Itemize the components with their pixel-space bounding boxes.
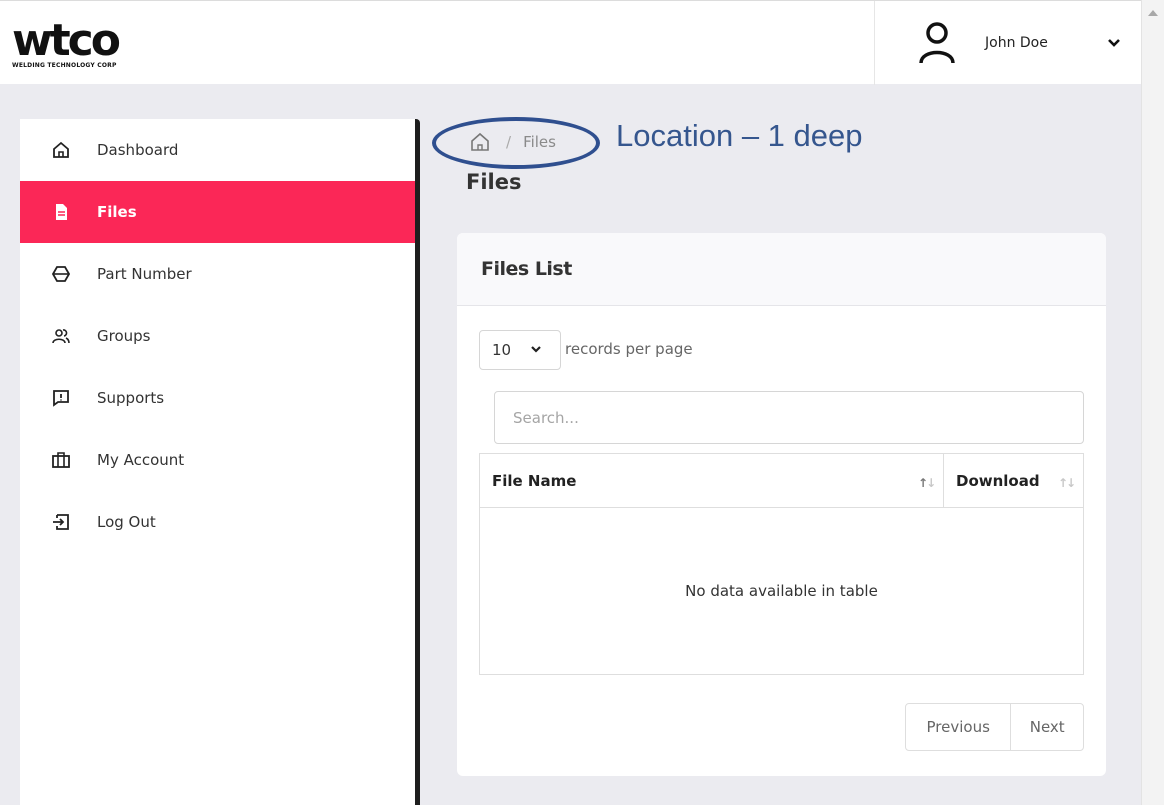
sort-icon: ↑↓ [918, 476, 936, 490]
home-icon [53, 141, 69, 158]
user-name: John Doe [985, 35, 1048, 51]
chevron-down-icon[interactable] [1107, 37, 1121, 49]
logo-subtitle: WELDING TECHNOLOGY CORP [12, 62, 117, 69]
user-menu[interactable]: John Doe [874, 1, 1141, 85]
sidebar: Dashboard Files Part Number Groups Suppo… [20, 119, 420, 805]
users-icon [52, 329, 70, 344]
files-table: File Name ↑↓ Download ↑↓ No data availab… [479, 453, 1084, 675]
page-length-value: 10 [492, 341, 512, 359]
previous-page-button[interactable]: Previous [906, 704, 1012, 750]
page-title: Files [466, 170, 522, 194]
records-per-page-label: records per page [565, 340, 693, 358]
logo-wordmark: wtco [12, 15, 212, 66]
sidebar-item-part-number[interactable]: Part Number [20, 243, 415, 305]
table-header-row: File Name ↑↓ Download ↑↓ [480, 454, 1083, 508]
column-header-download[interactable]: Download ↑↓ [944, 454, 1083, 508]
files-card: Files List 10 records per page File Name… [457, 233, 1106, 776]
briefcase-icon [52, 452, 70, 468]
file-icon [56, 204, 67, 220]
top-header: wtco WELDING TECHNOLOGY CORP John Doe [0, 0, 1141, 85]
pagination: Previous Next [905, 703, 1084, 751]
annotation-text: Location – 1 deep [616, 118, 863, 153]
sidebar-item-groups[interactable]: Groups [20, 305, 415, 367]
page-length-select[interactable]: 10 [479, 330, 561, 370]
sort-icon: ↑↓ [1058, 476, 1076, 490]
column-header-file-name[interactable]: File Name ↑↓ [480, 454, 944, 508]
search-input[interactable] [494, 391, 1084, 444]
column-label: Download [956, 472, 1040, 490]
sidebar-item-label: Dashboard [97, 141, 179, 159]
sidebar-item-label: My Account [97, 451, 185, 469]
sidebar-item-supports[interactable]: Supports [20, 367, 415, 429]
empty-table-message: No data available in table [685, 582, 878, 600]
user-icon [919, 22, 955, 64]
scroll-up-arrow-icon[interactable] [1148, 10, 1158, 16]
logo-text: wtco [12, 15, 121, 66]
sidebar-item-my-account[interactable]: My Account [20, 429, 415, 491]
sidebar-item-log-out[interactable]: Log Out [20, 491, 415, 553]
wtco-logo[interactable]: wtco WELDING TECHNOLOGY CORP [12, 15, 212, 73]
sidebar-item-label: Log Out [97, 513, 156, 531]
sidebar-item-label: Part Number [97, 265, 192, 283]
sidebar-item-files[interactable]: Files [20, 181, 415, 243]
sidebar-item-label: Files [97, 203, 137, 221]
card-title: Files List [481, 258, 572, 280]
sidebar-item-label: Groups [97, 327, 151, 345]
next-page-button[interactable]: Next [1011, 704, 1083, 750]
annotation-ellipse [432, 117, 600, 169]
sidebar-item-dashboard[interactable]: Dashboard [20, 119, 415, 181]
column-label: File Name [492, 472, 577, 490]
part-icon [52, 266, 70, 282]
sidebar-item-label: Supports [97, 389, 165, 407]
chevron-down-icon [531, 346, 541, 353]
logout-icon [53, 514, 69, 530]
card-header: Files List [457, 233, 1106, 306]
message-alert-icon [53, 390, 69, 407]
page-scrollbar[interactable] [1141, 0, 1164, 805]
